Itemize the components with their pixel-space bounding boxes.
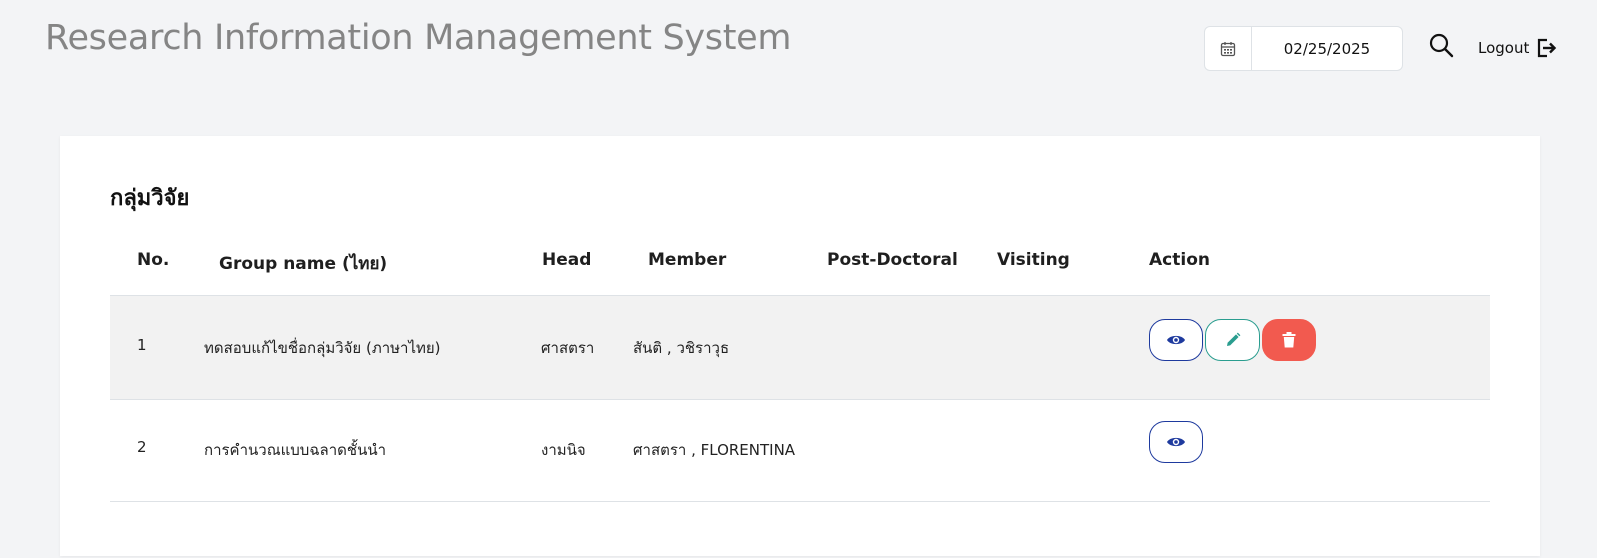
date-value[interactable]: 02/25/2025 [1252, 27, 1402, 70]
cell-head: ศาสตรา [541, 339, 595, 357]
eye-icon [1167, 335, 1185, 345]
table-header: No. Group name (ไทย) Head Member Post-Do… [110, 236, 1490, 296]
col-action: Action [1149, 250, 1210, 270]
cell-group-name: ทดสอบแก้ไขชื่อกลุ่มวิจัย (ภาษาไทย) [204, 339, 441, 357]
eye-icon [1167, 437, 1185, 447]
cell-group-name: การคำนวณแบบฉลาดชั้นนำ [204, 441, 387, 459]
edit-button[interactable] [1205, 319, 1260, 361]
view-button[interactable] [1149, 319, 1203, 361]
table-row: 1 ทดสอบแก้ไขชื่อกลุ่มวิจัย (ภาษาไทย) ศาส… [110, 296, 1490, 400]
date-picker[interactable]: 02/25/2025 [1204, 26, 1403, 71]
col-visiting: Visiting [997, 250, 1070, 270]
calendar-icon[interactable] [1205, 27, 1252, 70]
logout-label: Logout [1478, 39, 1530, 57]
table-row: 2 การคำนวณแบบฉลาดชั้นนำ งามนิจ ศาสตรา , … [110, 398, 1490, 502]
logout-button[interactable]: Logout [1478, 36, 1557, 60]
search-icon [1429, 33, 1454, 58]
col-post-doctoral: Post-Doctoral [827, 250, 958, 270]
cell-head: งามนิจ [541, 441, 586, 459]
col-head: Head [542, 250, 592, 270]
view-button[interactable] [1149, 421, 1203, 463]
delete-button[interactable] [1262, 319, 1316, 361]
pencil-icon [1226, 332, 1240, 346]
cell-member: สันติ , วชิราวุธ [633, 339, 730, 357]
trash-icon [1282, 332, 1296, 348]
col-member: Member [648, 250, 727, 270]
logout-icon [1538, 38, 1557, 58]
col-no: No. [137, 250, 170, 270]
research-groups-card: กลุ่มวิจัย No. Group name (ไทย) Head Mem… [60, 136, 1540, 556]
cell-no: 1 [137, 336, 147, 354]
page-title: กลุ่มวิจัย [110, 186, 190, 211]
cell-member: ศาสตรา , FLORENTINA [633, 441, 796, 459]
app-title: Research Information Management System [45, 18, 792, 58]
cell-no: 2 [137, 438, 147, 456]
search-button[interactable] [1426, 30, 1456, 60]
col-group-name: Group name (ไทย) [219, 254, 388, 274]
